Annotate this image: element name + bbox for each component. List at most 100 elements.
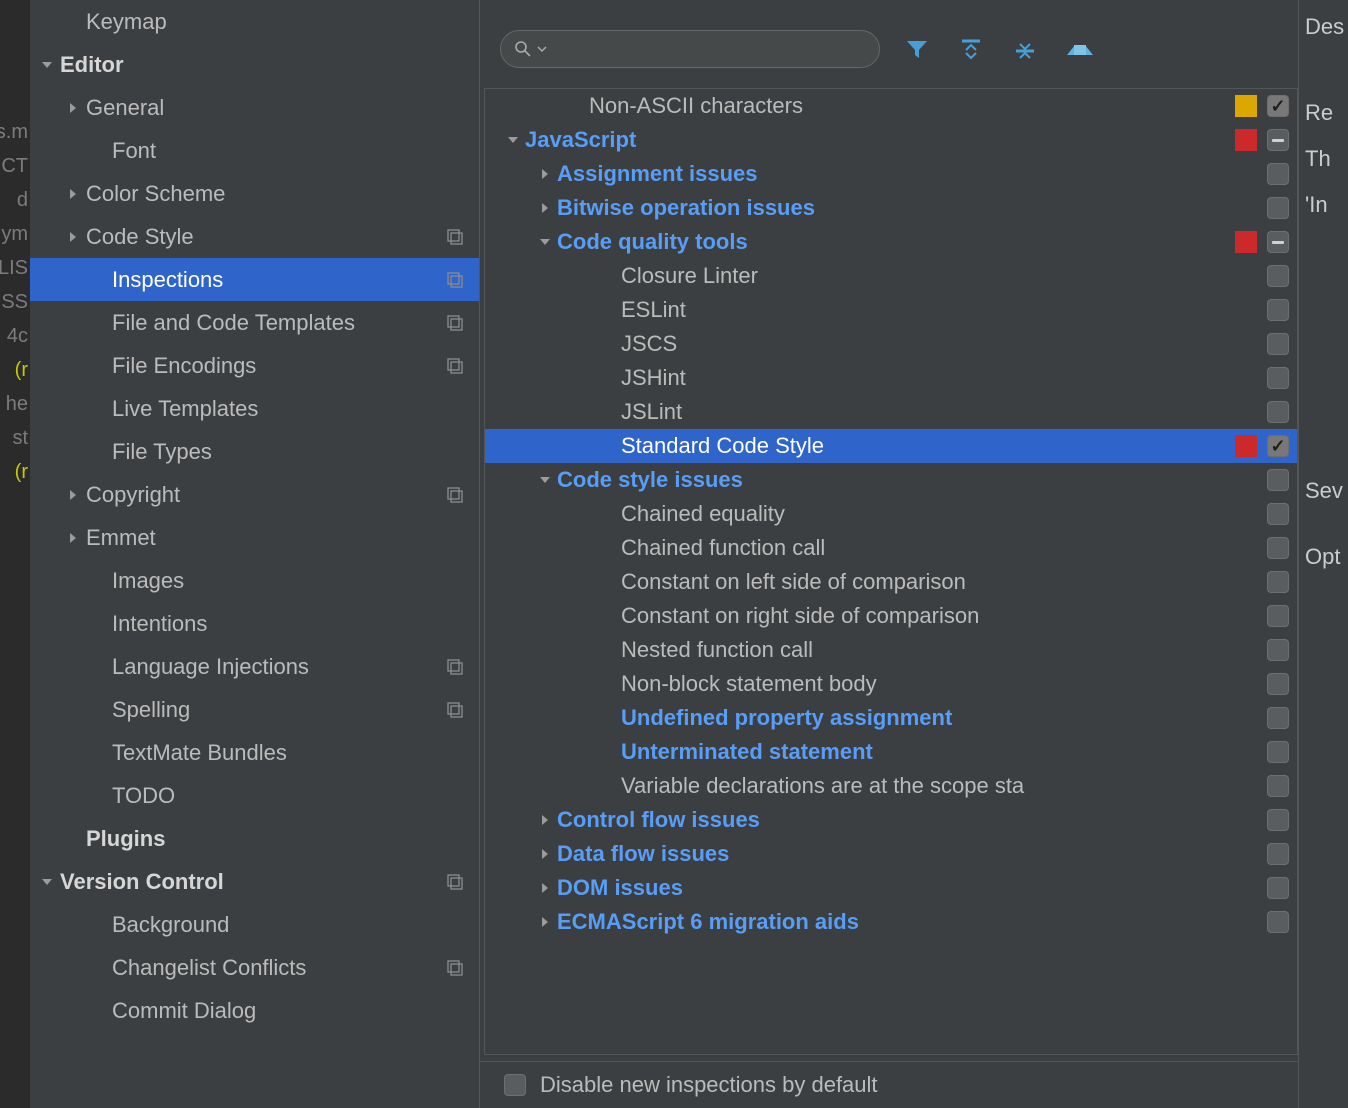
inspection-row[interactable]: Unterminated statement (485, 735, 1297, 769)
inspection-checkbox[interactable] (1267, 571, 1289, 593)
inspection-checkbox[interactable] (1267, 809, 1289, 831)
sidebar-item[interactable]: TODO (30, 774, 479, 817)
inspection-label: Undefined property assignment (621, 705, 1257, 731)
inspection-label: Non-block statement body (621, 671, 1257, 697)
expand-arrow-icon (34, 58, 60, 72)
inspection-checkbox[interactable] (1267, 333, 1289, 355)
inspection-row[interactable]: ECMAScript 6 migration aids (485, 905, 1297, 939)
sidebar-item-label: Editor (60, 52, 467, 78)
sidebar-item[interactable]: File Encodings (30, 344, 479, 387)
inspection-checkbox[interactable] (1267, 129, 1289, 151)
search-field[interactable] (500, 30, 880, 68)
inspection-checkbox[interactable] (1267, 741, 1289, 763)
sidebar-item-label: Keymap (86, 9, 467, 35)
inspection-label: JSLint (621, 399, 1257, 425)
search-input[interactable] (553, 38, 865, 61)
inspection-row[interactable]: Control flow issues (485, 803, 1297, 837)
inspection-checkbox[interactable] (1267, 163, 1289, 185)
inspection-checkbox[interactable] (1267, 95, 1289, 117)
inspection-checkbox[interactable] (1267, 503, 1289, 525)
inspection-row[interactable]: DOM issues (485, 871, 1297, 905)
sidebar-item[interactable]: Plugins (30, 817, 479, 860)
filter-icon[interactable] (900, 32, 934, 66)
inspection-row[interactable]: Bitwise operation issues (485, 191, 1297, 225)
inspection-checkbox[interactable] (1267, 435, 1289, 457)
inspection-checkbox[interactable] (1267, 877, 1289, 899)
inspection-row[interactable]: Constant on left side of comparison (485, 565, 1297, 599)
inspection-row[interactable]: JSCS (485, 327, 1297, 361)
inspection-row[interactable]: Constant on right side of comparison (485, 599, 1297, 633)
sidebar-item-label: Spelling (112, 697, 443, 723)
inspection-row[interactable]: JSHint (485, 361, 1297, 395)
inspection-row[interactable]: Undefined property assignment (485, 701, 1297, 735)
inspection-checkbox[interactable] (1267, 639, 1289, 661)
inspection-row[interactable]: Code quality tools (485, 225, 1297, 259)
inspection-checkbox[interactable] (1267, 197, 1289, 219)
collapse-all-icon[interactable] (1008, 32, 1042, 66)
inspection-checkbox[interactable] (1267, 673, 1289, 695)
sidebar-item-label: TODO (112, 783, 467, 809)
inspection-row[interactable]: JSLint (485, 395, 1297, 429)
sidebar-item[interactable]: Commit Dialog (30, 989, 479, 1032)
inspection-checkbox[interactable] (1267, 265, 1289, 287)
gutter-line: SS. (0, 285, 30, 319)
inspection-row[interactable]: Assignment issues (485, 157, 1297, 191)
sidebar-item[interactable]: Editor (30, 43, 479, 86)
inspection-row[interactable]: ESLint (485, 293, 1297, 327)
sidebar-item-label: TextMate Bundles (112, 740, 467, 766)
inspection-row[interactable]: Non-ASCII characters (485, 89, 1297, 123)
inspection-label: DOM issues (557, 875, 1257, 901)
inspection-checkbox[interactable] (1267, 469, 1289, 491)
inspection-row[interactable]: Chained equality (485, 497, 1297, 531)
sidebar-item[interactable]: Inspections (30, 258, 479, 301)
sidebar-item[interactable]: File Types (30, 430, 479, 473)
inspection-checkbox[interactable] (1267, 299, 1289, 321)
inspection-row[interactable]: Nested function call (485, 633, 1297, 667)
sidebar-item[interactable]: Images (30, 559, 479, 602)
inspection-row[interactable]: Closure Linter (485, 259, 1297, 293)
inspection-row[interactable]: Code style issues (485, 463, 1297, 497)
sidebar-item[interactable]: General (30, 86, 479, 129)
inspection-row[interactable]: Non-block statement body (485, 667, 1297, 701)
sidebar-item[interactable]: Emmet (30, 516, 479, 559)
inspection-row[interactable]: Chained function call (485, 531, 1297, 565)
sidebar-item[interactable]: Intentions (30, 602, 479, 645)
inspection-checkbox[interactable] (1267, 605, 1289, 627)
inspection-checkbox[interactable] (1267, 231, 1289, 253)
sidebar-item[interactable]: Changelist Conflicts (30, 946, 479, 989)
sidebar-item[interactable]: Copyright (30, 473, 479, 516)
disable-new-checkbox[interactable] (504, 1074, 526, 1096)
sidebar-item[interactable]: Version Control (30, 860, 479, 903)
inspection-row[interactable]: JavaScript (485, 123, 1297, 157)
inspection-label: Code quality tools (557, 229, 1227, 255)
inspection-checkbox[interactable] (1267, 775, 1289, 797)
sidebar-item-label: Plugins (86, 826, 467, 852)
sidebar-item-label: File and Code Templates (112, 310, 443, 336)
inspection-checkbox[interactable] (1267, 707, 1289, 729)
settings-sidebar: Keymap Editor GeneralFont Color Scheme Code … (30, 0, 480, 1108)
sidebar-item-label: File Types (112, 439, 467, 465)
reset-icon[interactable] (1062, 32, 1096, 66)
sidebar-item[interactable]: Language Injections (30, 645, 479, 688)
sidebar-item-label: Color Scheme (86, 181, 467, 207)
sidebar-item[interactable]: Color Scheme (30, 172, 479, 215)
sidebar-item-label: Changelist Conflicts (112, 955, 443, 981)
inspection-checkbox[interactable] (1267, 367, 1289, 389)
inspection-label: JSCS (621, 331, 1257, 357)
inspection-checkbox[interactable] (1267, 911, 1289, 933)
inspection-row[interactable]: Data flow issues (485, 837, 1297, 871)
sidebar-item[interactable]: File and Code Templates (30, 301, 479, 344)
inspection-checkbox[interactable] (1267, 537, 1289, 559)
inspection-checkbox[interactable] (1267, 843, 1289, 865)
inspection-checkbox[interactable] (1267, 401, 1289, 423)
sidebar-item[interactable]: Background (30, 903, 479, 946)
expand-all-icon[interactable] (954, 32, 988, 66)
sidebar-item[interactable]: Spelling (30, 688, 479, 731)
sidebar-item[interactable]: Live Templates (30, 387, 479, 430)
sidebar-item[interactable]: Code Style (30, 215, 479, 258)
sidebar-item[interactable]: TextMate Bundles (30, 731, 479, 774)
sidebar-item[interactable]: Keymap (30, 0, 479, 43)
inspection-row[interactable]: Standard Code Style (485, 429, 1297, 463)
sidebar-item[interactable]: Font (30, 129, 479, 172)
inspection-row[interactable]: Variable declarations are at the scope s… (485, 769, 1297, 803)
